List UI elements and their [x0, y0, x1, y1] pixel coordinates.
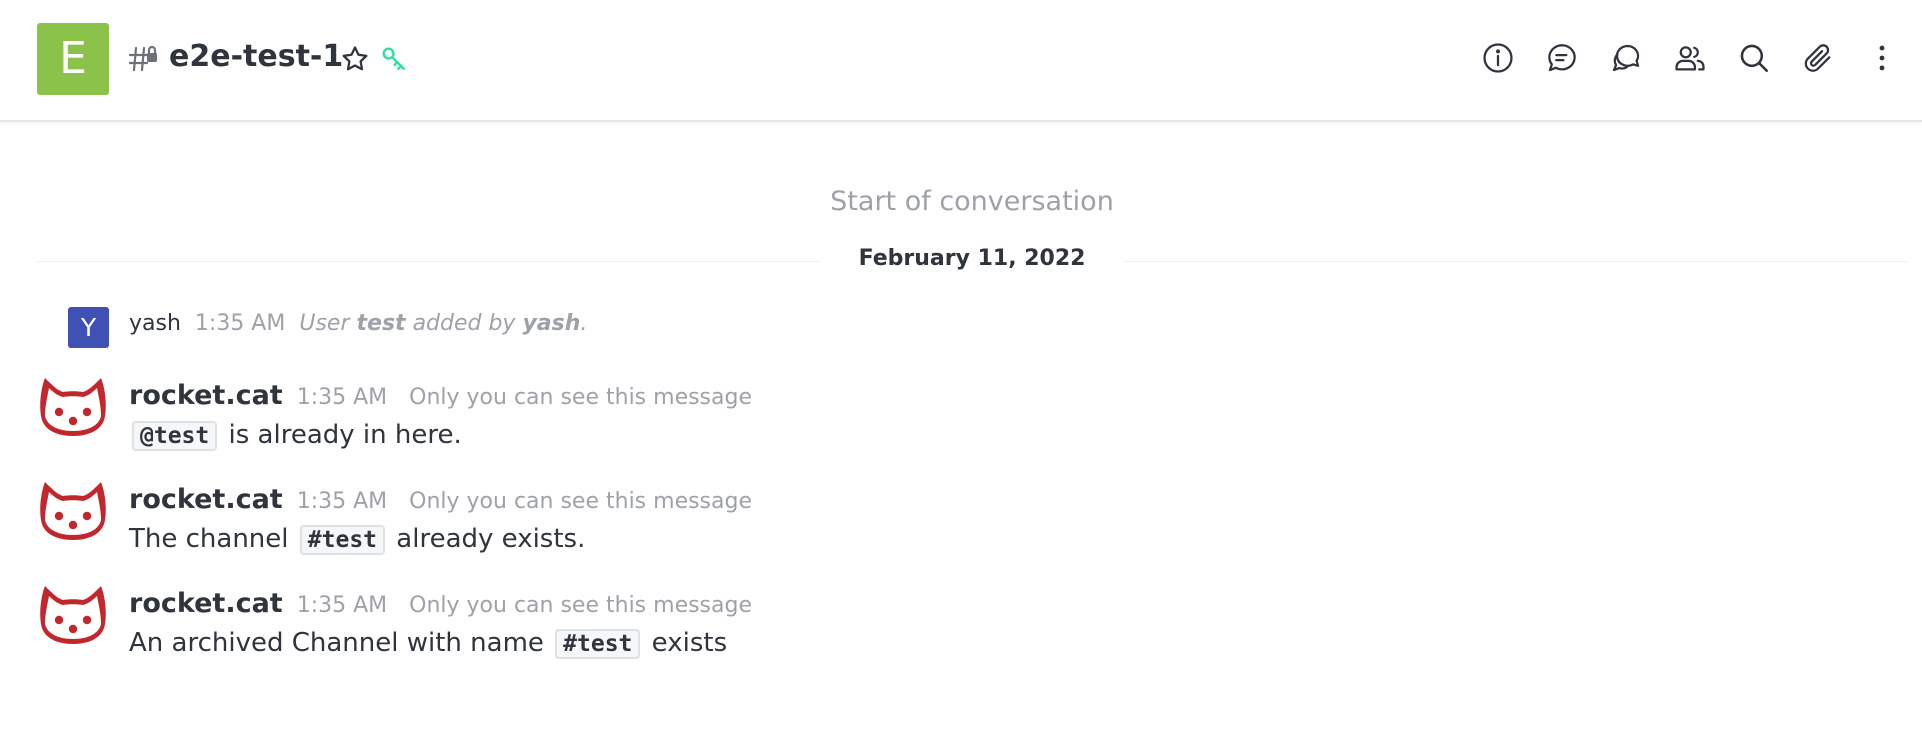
message-username[interactable]: rocket.cat — [129, 380, 283, 411]
date-divider-label: February 11, 2022 — [820, 246, 1124, 271]
avatar[interactable]: Y — [68, 307, 109, 348]
message-body: The channel #test already exists. — [129, 524, 586, 555]
system-text-prefix: User — [299, 311, 350, 336]
private-message-label: Only you can see this message — [409, 489, 753, 514]
message-header: rocket.cat 1:35 AM Only you can see this m… — [129, 380, 752, 411]
members-icon[interactable] — [1670, 38, 1710, 78]
message-item: rocket.cat 1:35 AM Only you can see this m… — [0, 374, 1922, 474]
key-icon — [381, 46, 407, 76]
private-message-label: Only you can see this message — [409, 593, 753, 618]
message-time: 1:35 AM — [296, 593, 388, 618]
private-message-label: Only you can see this message — [409, 385, 753, 410]
message-body: An archived Channel with name #test exis… — [129, 628, 728, 659]
message-body: @test is already in here. — [129, 420, 462, 451]
clip-icon[interactable] — [1798, 38, 1838, 78]
system-actor: yash — [522, 311, 581, 336]
message-username[interactable]: yash — [129, 311, 181, 336]
rocket-cat-avatar[interactable] — [35, 374, 111, 438]
message-time: 1:35 AM — [296, 489, 388, 514]
message-item: rocket.cat 1:35 AM Only you can see this m… — [0, 478, 1922, 578]
message-text-pre: An archived Channel with name — [129, 628, 553, 658]
room-avatar[interactable]: E — [37, 23, 109, 95]
system-target-user: test — [356, 311, 406, 336]
message-item: rocket.cat 1:35 AM Only you can see this m… — [0, 582, 1922, 682]
star-icon[interactable] — [340, 44, 370, 78]
kebab-icon[interactable] — [1862, 38, 1902, 78]
message-time: 1:35 AM — [296, 385, 388, 410]
inline-code: #test — [299, 525, 386, 555]
system-text-suffix: . — [580, 311, 588, 336]
message-username[interactable]: rocket.cat — [129, 588, 283, 619]
room-toolbar — [1454, 38, 1902, 78]
date-divider: February 11, 2022 — [0, 246, 1922, 271]
rocket-cat-avatar[interactable] — [35, 582, 111, 646]
system-message-text: User test added by yash. — [299, 311, 587, 336]
message-header: rocket.cat 1:35 AM Only you can see this m… — [129, 588, 752, 619]
message-header: rocket.cat 1:35 AM Only you can see this m… — [129, 484, 752, 515]
room-header: E e2e-test-1 — [0, 0, 1922, 122]
message-text-post: already exists. — [388, 524, 586, 554]
rocket-cat-avatar[interactable] — [35, 478, 111, 542]
room-title[interactable]: e2e-test-1 — [169, 39, 343, 74]
private-channel-lock-icon — [128, 44, 159, 78]
threads-icon[interactable] — [1542, 38, 1582, 78]
discussion-icon[interactable] — [1606, 38, 1646, 78]
message-text-pre: The channel — [129, 524, 297, 554]
message-text-post: exists — [643, 628, 728, 658]
message-username[interactable]: rocket.cat — [129, 484, 283, 515]
message-text-post: is already in here. — [220, 420, 462, 450]
system-text-middle: added by — [412, 311, 516, 336]
inline-code: #test — [555, 629, 641, 659]
inline-code: @test — [132, 421, 218, 451]
system-message: yash 1:35 AM User test added by yash. — [129, 311, 587, 336]
message-time: 1:35 AM — [194, 311, 286, 336]
info-icon[interactable] — [1478, 38, 1518, 78]
search-icon[interactable] — [1734, 38, 1774, 78]
start-of-conversation: Start of conversation — [830, 186, 1114, 217]
